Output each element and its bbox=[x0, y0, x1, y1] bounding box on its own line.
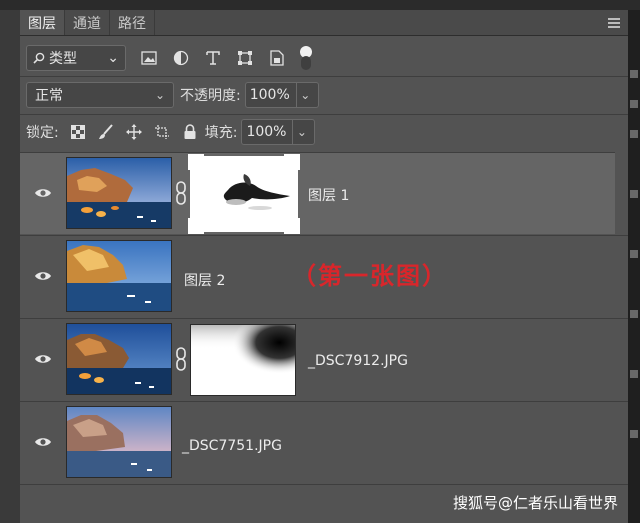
search-icon bbox=[33, 52, 45, 64]
window-top-strip bbox=[0, 0, 640, 10]
layer-mask-thumbnail[interactable] bbox=[188, 154, 300, 234]
filter-type-label: 类型 bbox=[49, 51, 77, 67]
edge-glyph bbox=[630, 310, 638, 318]
mask-brushstroke-image bbox=[190, 156, 298, 232]
tab-paths[interactable]: 路径 bbox=[110, 10, 155, 35]
lock-position-move-icon[interactable] bbox=[125, 123, 143, 141]
layer-thumbnail[interactable] bbox=[66, 240, 172, 312]
layer-row-1[interactable]: 图层 1 bbox=[20, 152, 615, 234]
fill-label: 填充: bbox=[204, 125, 238, 141]
fill-input[interactable]: 100% ⌄ bbox=[241, 119, 316, 145]
smart-object-filter-icon[interactable] bbox=[268, 49, 286, 67]
panel-menu-icon[interactable] bbox=[600, 10, 628, 35]
layer-name[interactable]: 图层 2 bbox=[184, 270, 225, 290]
adjustment-filter-icon[interactable] bbox=[172, 49, 190, 67]
layers-panel-tabbar: 图层 通道 路径 bbox=[20, 10, 628, 36]
right-edge-strip bbox=[628, 10, 640, 523]
lock-artboard-icon[interactable] bbox=[153, 123, 171, 141]
red-annotation-text: （第一张图） bbox=[292, 261, 448, 290]
tab-channels[interactable]: 通道 bbox=[65, 10, 110, 35]
edge-glyph bbox=[630, 370, 638, 378]
layer-row-4[interactable]: _DSC7751.JPG bbox=[20, 401, 628, 485]
shape-filter-icon[interactable] bbox=[236, 49, 254, 67]
edge-glyph bbox=[630, 100, 638, 108]
coastal-village-sunset-image bbox=[67, 241, 171, 311]
edge-glyph bbox=[630, 190, 638, 198]
chevron-down-icon[interactable]: ⌄ bbox=[292, 120, 310, 144]
mask-gradient-image bbox=[191, 325, 295, 395]
blend-mode-value: 正常 bbox=[35, 88, 63, 104]
fill-value: 100% bbox=[246, 124, 287, 140]
chevron-down-icon[interactable]: ⌄ bbox=[295, 83, 314, 107]
opacity-input[interactable]: 100% ⌄ bbox=[244, 82, 319, 108]
layer-name[interactable]: _DSC7912.JPG bbox=[308, 353, 408, 369]
image-filter-icon[interactable] bbox=[140, 49, 158, 67]
eye-visibility-icon[interactable] bbox=[34, 435, 52, 449]
blend-opacity-row: 正常 ⌄ 不透明度: 100% ⌄ bbox=[26, 82, 319, 108]
coastal-village-night-image bbox=[67, 324, 171, 394]
layer-row-3[interactable]: _DSC7912.JPG bbox=[20, 318, 628, 400]
lock-transparent-pixels-icon[interactable] bbox=[69, 123, 87, 141]
eye-visibility-icon[interactable] bbox=[34, 352, 52, 366]
layer-thumbnail[interactable] bbox=[66, 323, 172, 395]
divider bbox=[20, 76, 628, 77]
edge-glyph bbox=[630, 250, 638, 258]
edge-glyph bbox=[630, 130, 638, 138]
layer-thumbnail[interactable] bbox=[66, 157, 172, 229]
coastal-village-dusk-image bbox=[67, 407, 171, 477]
lock-label: 锁定: bbox=[26, 125, 59, 141]
layer-filter-dropdown[interactable]: 类型 ⌄ bbox=[26, 45, 126, 71]
mask-link-chain-icon[interactable] bbox=[174, 347, 188, 371]
chevron-down-icon: ⌄ bbox=[154, 88, 165, 102]
eye-visibility-icon[interactable] bbox=[34, 269, 52, 283]
divider bbox=[20, 114, 628, 115]
lock-fill-row: 锁定: 填充: 100% ⌄ bbox=[26, 119, 316, 145]
eye-visibility-icon[interactable] bbox=[34, 186, 52, 200]
layer-mask-thumbnail[interactable] bbox=[190, 324, 296, 396]
tab-layers[interactable]: 图层 bbox=[20, 10, 65, 35]
opacity-label: 不透明度: bbox=[180, 88, 241, 104]
opacity-value: 100% bbox=[249, 87, 290, 103]
layer-thumbnail[interactable] bbox=[66, 406, 172, 478]
watermark-text: 搜狐号@仁者乐山看世界 bbox=[453, 494, 619, 512]
coastal-village-night-image bbox=[67, 158, 171, 228]
chevron-down-icon: ⌄ bbox=[107, 50, 119, 66]
layer-name[interactable]: 图层 1 bbox=[308, 185, 349, 205]
edge-glyph bbox=[630, 70, 638, 78]
mask-link-chain-icon[interactable] bbox=[174, 181, 188, 205]
layer-name[interactable]: _DSC7751.JPG bbox=[182, 438, 282, 454]
edge-glyph bbox=[630, 430, 638, 438]
filter-row: 类型 ⌄ bbox=[26, 45, 312, 71]
lock-all-icon[interactable] bbox=[181, 123, 199, 141]
type-filter-icon[interactable] bbox=[204, 49, 222, 67]
blend-mode-dropdown[interactable]: 正常 ⌄ bbox=[26, 82, 174, 108]
lock-image-pixels-brush-icon[interactable] bbox=[97, 123, 115, 141]
filter-toggle-switch[interactable] bbox=[300, 46, 312, 70]
layers-panel: 类型 ⌄ 正常 ⌄ 不透明度: 100% ⌄ 锁定: 填充: 100% ⌄ 图层… bbox=[20, 36, 628, 523]
layer-row-2[interactable]: 图层 2 （第一张图） bbox=[20, 235, 628, 317]
